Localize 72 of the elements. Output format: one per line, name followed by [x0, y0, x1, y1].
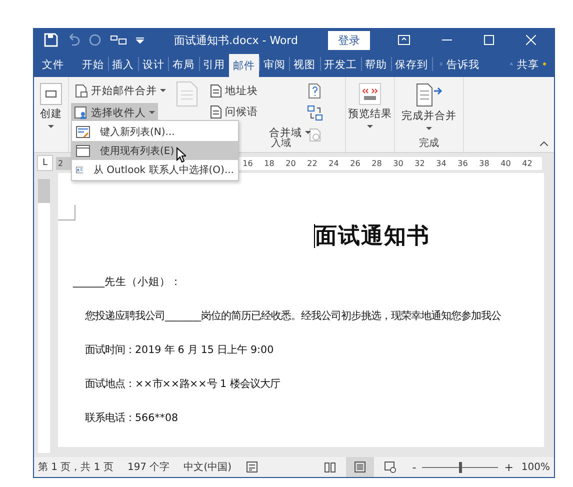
zoom-out-button[interactable]: -: [412, 460, 416, 474]
language-indicator[interactable]: 中文(中国): [184, 460, 232, 474]
accessibility-icon[interactable]: [246, 461, 258, 473]
caret-icon: [426, 127, 432, 131]
finish-merge-icon[interactable]: [415, 81, 443, 107]
table-icon: [76, 144, 90, 156]
caret-icon: [149, 110, 155, 114]
ribbon-display-icon[interactable]: [398, 35, 410, 45]
margin-corner-mark: [58, 205, 76, 221]
start-merge-button[interactable]: 开始邮件合并: [71, 81, 169, 100]
share-button[interactable]: 共享: [512, 54, 543, 75]
window-title: 面试通知书.docx - Word: [172, 32, 299, 48]
zoom-level[interactable]: 100%: [521, 462, 550, 472]
web-page-icon: [384, 461, 396, 473]
collapse-ribbon-icon[interactable]: [540, 141, 548, 146]
ribbon-tab[interactable]: 开始: [78, 54, 108, 75]
update-labels-icon[interactable]: [307, 127, 323, 143]
ribbon-tab[interactable]: 引用: [198, 54, 229, 75]
ribbon-tab[interactable]: 布局: [168, 54, 199, 75]
document-heading: 面试通知书: [315, 223, 430, 251]
ribbon-tab[interactable]: 设计: [138, 54, 168, 75]
paragraph-text: 您投递应聘我公司_______岗位的简历已经收悉。经我公司初步挑选，现荣幸地通知您参加我公: [85, 309, 502, 323]
menu-item[interactable]: 使用现有列表(E): [72, 141, 238, 160]
address-block-button[interactable]: 地址块: [207, 81, 261, 100]
caret-icon: [48, 125, 54, 129]
ribbon-tab[interactable]: 保存到: [391, 54, 432, 75]
create-button[interactable]: 创建: [38, 105, 64, 121]
maximize-icon[interactable]: [484, 35, 494, 45]
match-fields-icon[interactable]: [307, 105, 323, 121]
book-icon: [324, 461, 336, 473]
ribbon-tab[interactable]: 帮助: [360, 54, 391, 75]
salutation-text: ______先生（小姐）：: [73, 275, 182, 289]
document-merge-icon: [74, 84, 88, 98]
print-layout-button[interactable]: [346, 457, 374, 477]
caret-icon: [160, 88, 166, 92]
close-icon[interactable]: [526, 35, 536, 45]
preview-results-button[interactable]: 预览结果: [346, 105, 394, 121]
word-count[interactable]: 197 个字: [127, 460, 170, 474]
zoom-in-button[interactable]: +: [504, 460, 514, 474]
redo-icon[interactable]: [88, 33, 102, 47]
document-icon: [176, 81, 198, 107]
ribbon-tab[interactable]: 邮件: [229, 54, 260, 77]
customize-caret-icon[interactable]: [136, 36, 144, 44]
paragraph-text: 面试地点：××市××路××号 1 楼会议大厅: [85, 377, 281, 391]
envelope-icon[interactable]: [40, 83, 62, 105]
group-label: 完成: [419, 136, 439, 150]
tab-selector[interactable]: L: [37, 155, 53, 171]
save-icon[interactable]: [44, 33, 58, 47]
group-label: 入域: [271, 138, 291, 150]
preview-abc-icon[interactable]: [359, 83, 381, 105]
paragraph-text: 联系电话：566**08: [85, 411, 180, 425]
rules-icon[interactable]: [307, 83, 323, 99]
tell-me-button[interactable]: 告诉我: [442, 54, 484, 75]
contact-card-icon: [76, 164, 84, 176]
greeting-line-button[interactable]: 问候语: [207, 102, 261, 121]
caret-icon: [367, 125, 373, 129]
page-count[interactable]: 第 1 页，共 1 页: [38, 460, 114, 474]
ribbon-tab[interactable]: 审阅: [259, 54, 290, 75]
caret-icon: [305, 130, 311, 134]
mouse-cursor-icon: [176, 146, 186, 162]
ribbon-tab[interactable]: 开发工: [320, 54, 361, 75]
menu-item[interactable]: 键入新列表(N)...: [72, 122, 238, 141]
finish-merge-button[interactable]: 完成并合并: [400, 107, 458, 123]
touch-mode-icon[interactable]: [110, 34, 128, 46]
paragraph-text: 面试时间：2019 年 6 月 15 日上午 9:00: [85, 343, 275, 357]
ribbon-tab[interactable]: 文件: [38, 54, 68, 75]
ribbon-tab[interactable]: 插入: [108, 54, 138, 75]
page-lines-icon: [354, 461, 366, 473]
document-icon: [210, 84, 222, 98]
login-button[interactable]: 登录: [328, 30, 370, 50]
ribbon-tab[interactable]: 视图: [290, 54, 320, 75]
new-list-icon: [76, 126, 90, 138]
